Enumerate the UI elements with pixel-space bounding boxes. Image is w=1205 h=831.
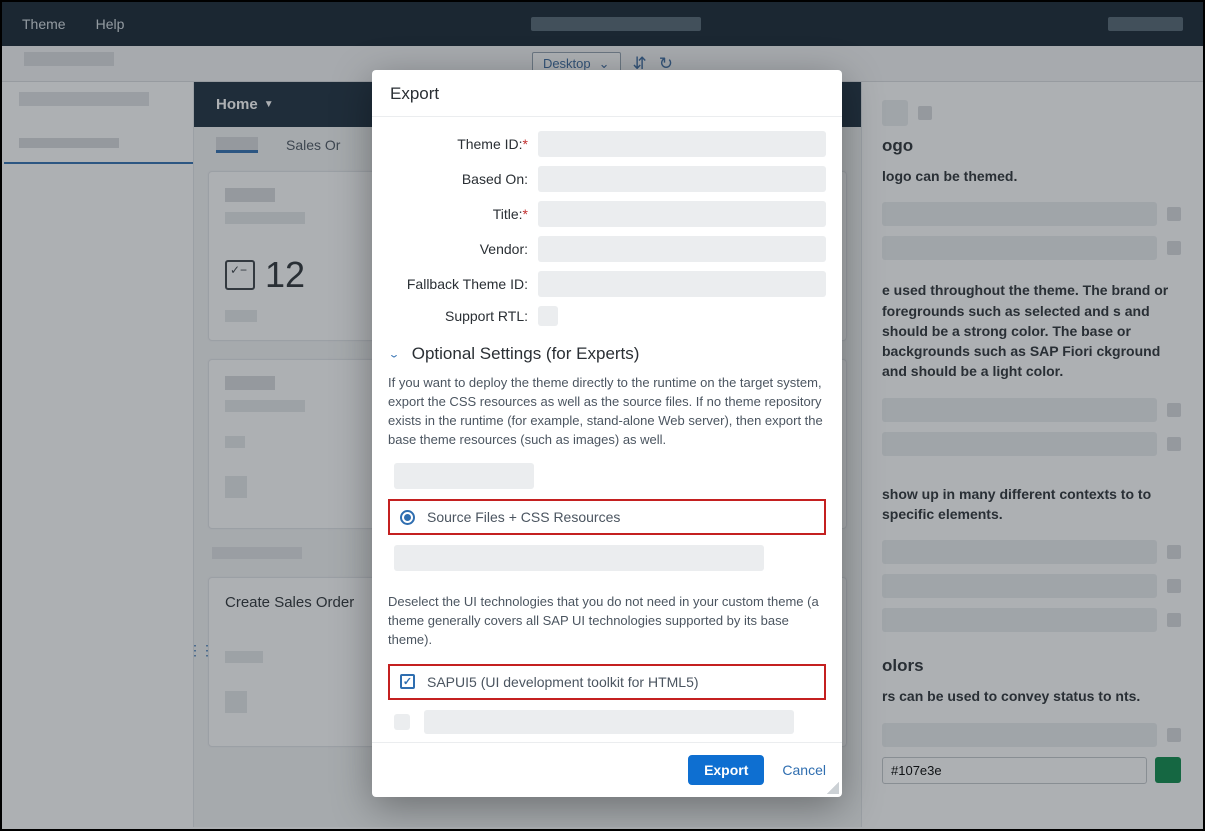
dialog-footer: Export Cancel bbox=[372, 742, 842, 797]
radio-source-css-row[interactable]: Source Files + CSS Resources bbox=[400, 509, 814, 525]
optional-settings-desc-1: If you want to deploy the theme directly… bbox=[388, 374, 826, 449]
checkbox-support-rtl[interactable] bbox=[538, 306, 558, 326]
chevron-down-icon: ⌄ bbox=[388, 348, 400, 360]
highlight-sapui5: ✓ SAPUI5 (UI development toolkit for HTM… bbox=[388, 664, 826, 700]
cancel-button[interactable]: Cancel bbox=[782, 762, 826, 778]
label-title: Title:* bbox=[388, 206, 538, 222]
label-based-on: Based On: bbox=[388, 171, 538, 187]
label-vendor: Vendor: bbox=[388, 241, 538, 257]
input-based-on[interactable] bbox=[538, 166, 826, 192]
resize-handle-icon[interactable] bbox=[827, 782, 839, 794]
optional-settings-title: Optional Settings (for Experts) bbox=[412, 344, 640, 364]
option-placeholder-3 bbox=[424, 710, 794, 734]
label-theme-id: Theme ID:* bbox=[388, 136, 538, 152]
input-fallback[interactable] bbox=[538, 271, 826, 297]
dialog-title: Export bbox=[372, 70, 842, 117]
highlight-source-css: Source Files + CSS Resources bbox=[388, 499, 826, 535]
checkbox-sapui5-label: SAPUI5 (UI development toolkit for HTML5… bbox=[427, 674, 699, 690]
export-dialog: Export Theme ID:* Based On: Title:* Vend… bbox=[372, 70, 842, 797]
optional-settings-desc-2: Deselect the UI technologies that you do… bbox=[388, 593, 826, 650]
input-theme-id[interactable] bbox=[538, 131, 826, 157]
radio-source-css[interactable] bbox=[400, 510, 415, 525]
radio-source-css-label: Source Files + CSS Resources bbox=[427, 509, 620, 525]
option-placeholder-1 bbox=[394, 463, 534, 489]
checkbox-placeholder[interactable] bbox=[394, 714, 410, 730]
checkbox-sapui5[interactable]: ✓ bbox=[400, 674, 415, 689]
checkbox-sapui5-row[interactable]: ✓ SAPUI5 (UI development toolkit for HTM… bbox=[400, 674, 814, 690]
option-placeholder-2 bbox=[394, 545, 764, 571]
input-vendor[interactable] bbox=[538, 236, 826, 262]
export-button[interactable]: Export bbox=[688, 755, 764, 785]
label-support-rtl: Support RTL: bbox=[388, 308, 538, 324]
label-fallback: Fallback Theme ID: bbox=[388, 276, 538, 292]
optional-settings-toggle[interactable]: ⌄ Optional Settings (for Experts) bbox=[388, 344, 826, 364]
input-title[interactable] bbox=[538, 201, 826, 227]
